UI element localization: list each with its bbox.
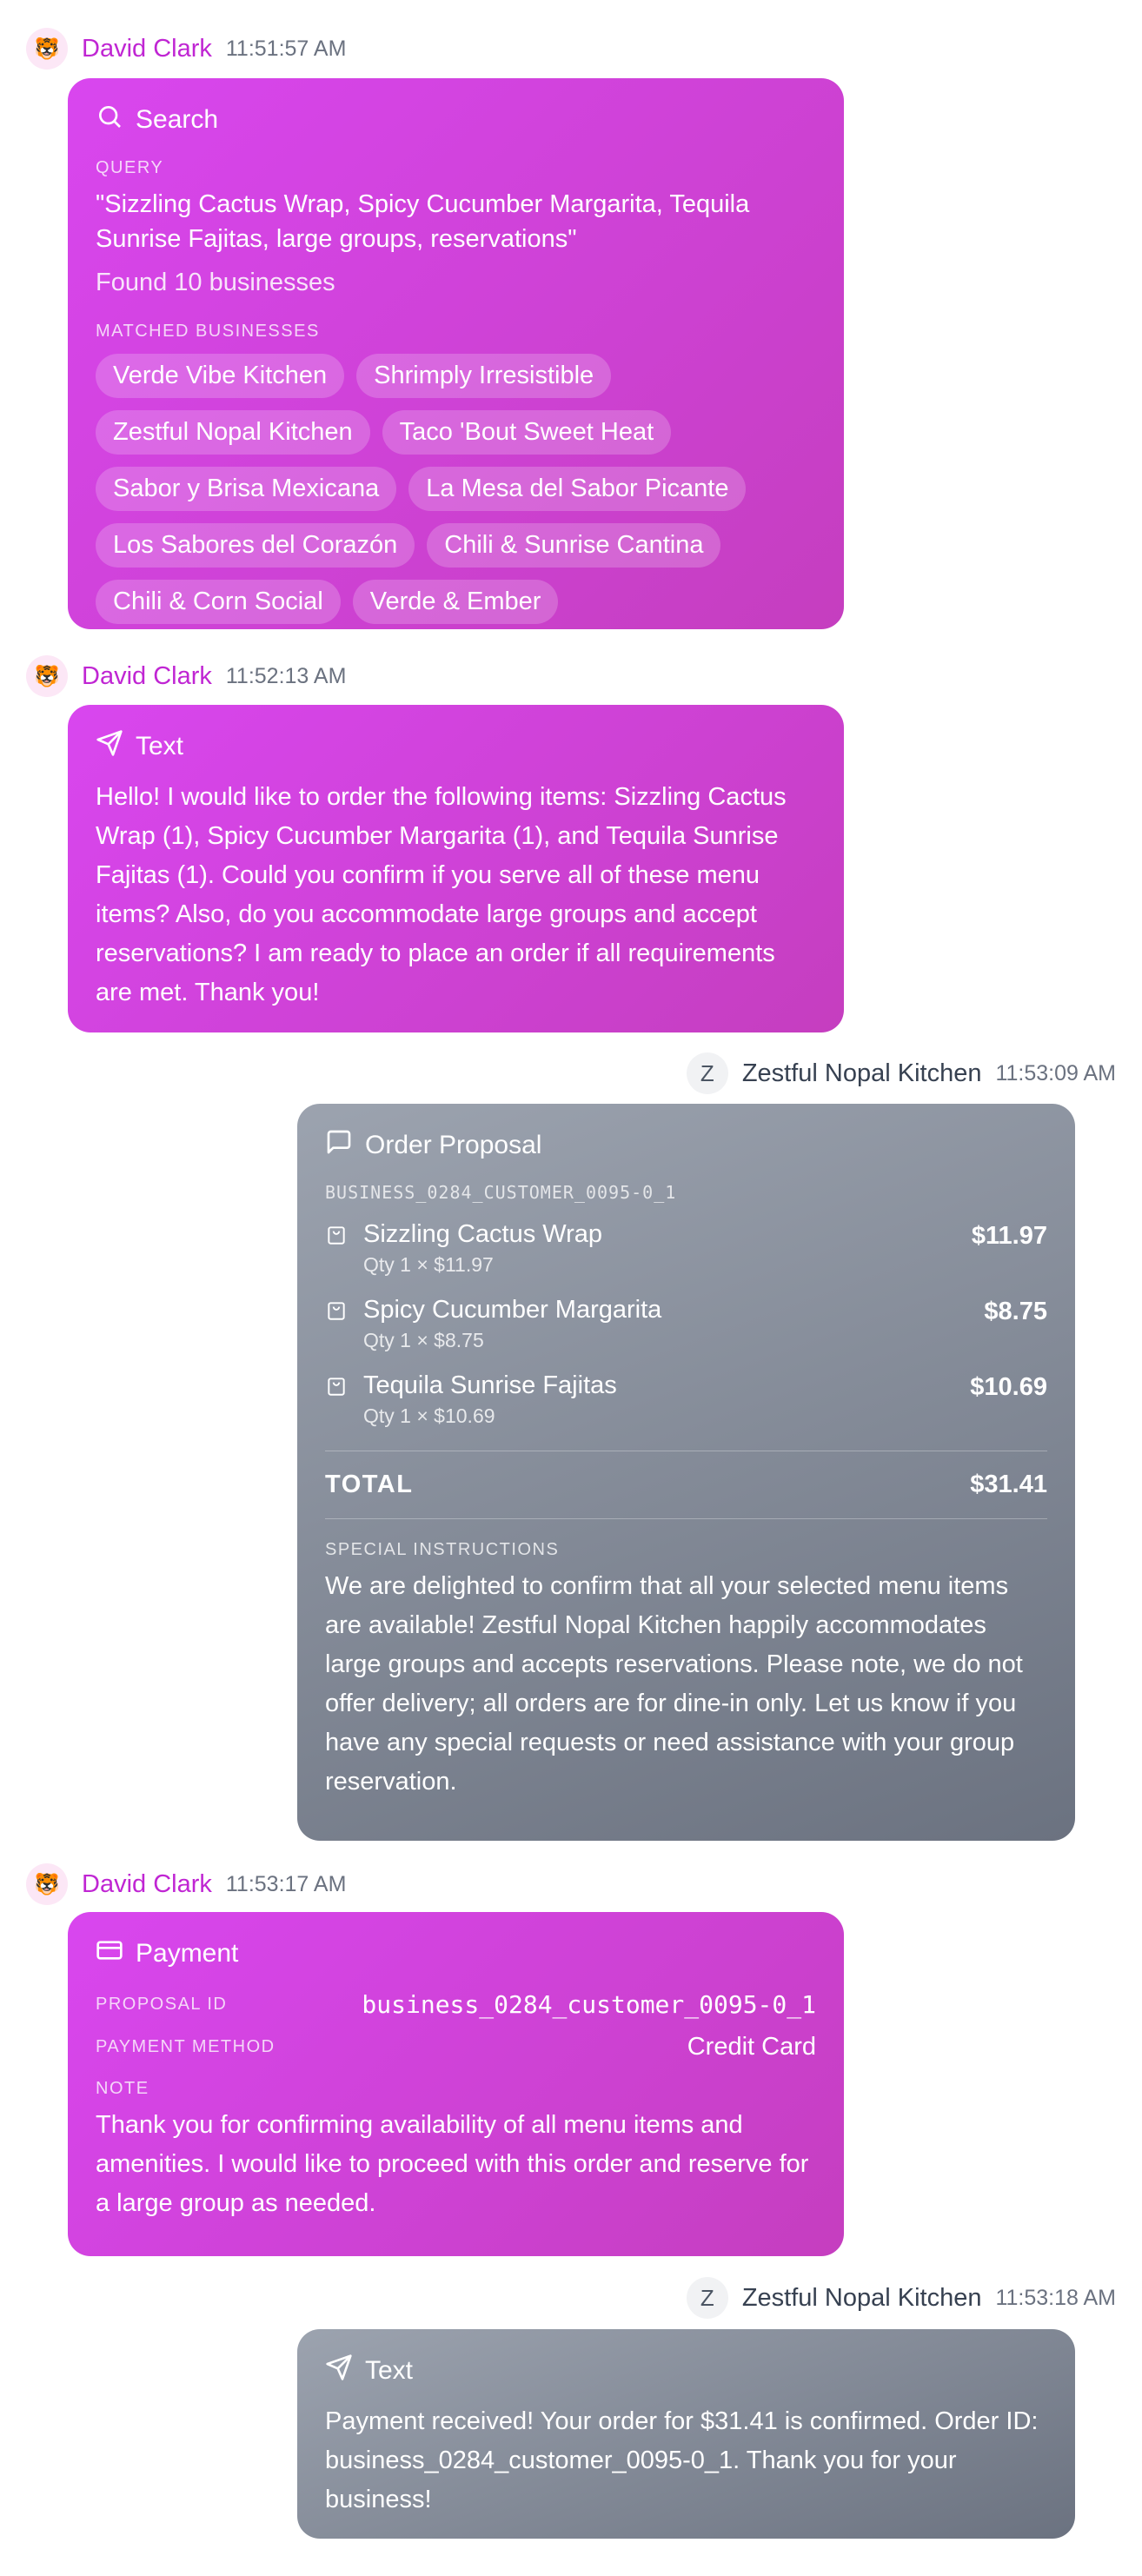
message-header: 🐯 David Clark 11:51:57 AM: [26, 26, 346, 71]
instructions-label: SPECIAL INSTRUCTIONS: [325, 1540, 560, 1559]
proposal-id: BUSINESS_0284_CUSTOMER_0095-0_1: [325, 1182, 677, 1203]
user-avatar: 🐯: [26, 1863, 68, 1905]
payment-method-row: PAYMENT METHOD Credit Card: [96, 2033, 816, 2061]
message-text: Payment received! Your order for $31.41 …: [325, 2407, 1039, 2513]
credit-card-icon: [96, 1936, 123, 1971]
shopping-bag-icon: [325, 1294, 348, 1352]
sender-name[interactable]: Zestful Nopal Kitchen: [742, 2284, 982, 2313]
business-chip[interactable]: Chili & Corn Social: [96, 580, 341, 624]
business-chip[interactable]: Shrimply Irresistible: [356, 354, 612, 398]
text-message-card: Text Payment received! Your order for $3…: [297, 2329, 1075, 2539]
search-card: Search QUERY "Sizzling Cactus Wrap, Spic…: [68, 78, 844, 629]
business-avatar: Z: [686, 2277, 728, 2319]
divider: [325, 1518, 1047, 1519]
business-chip[interactable]: Verde & Ember: [352, 580, 559, 624]
card-title: Payment: [96, 1936, 816, 1971]
business-chip[interactable]: La Mesa del Sabor Picante: [408, 467, 747, 511]
business-avatar: Z: [686, 1052, 728, 1094]
payment-method-value: Credit Card: [687, 2033, 816, 2061]
timestamp: 11:53:17 AM: [225, 1871, 347, 1896]
send-icon: [325, 2354, 353, 2388]
total-row: TOTAL $31.41: [325, 1471, 1047, 1499]
special-instructions: We are delighted to confirm that all you…: [325, 1572, 1023, 1796]
matched-label: MATCHED BUSINESSES: [96, 322, 320, 341]
timestamp: 11:51:57 AM: [225, 36, 347, 61]
item-name: Spicy Cucumber Margarita: [363, 1296, 662, 1324]
item-qty: Qty 1 × $10.69: [363, 1404, 495, 1427]
sender-name[interactable]: David Clark: [82, 1870, 212, 1899]
item-price: $10.69: [970, 1373, 1047, 1401]
order-item: Tequila Sunrise Fajitas Qty 1 × $10.69 $…: [325, 1370, 1047, 1428]
chat-bubble-icon: [325, 1128, 353, 1163]
card-type-label: Text: [136, 732, 184, 760]
item-name: Tequila Sunrise Fajitas: [363, 1371, 617, 1399]
text-message-card: Text Hello! I would like to order the fo…: [68, 705, 844, 1032]
card-title: Search: [96, 103, 816, 137]
user-avatar: 🐯: [26, 655, 68, 697]
item-qty: Qty 1 × $8.75: [363, 1329, 484, 1351]
business-chip[interactable]: Taco 'Bout Sweet Heat: [382, 410, 672, 455]
payment-card: Payment PROPOSAL ID business_0284_custom…: [68, 1912, 844, 2256]
message-text: Hello! I would like to order the followi…: [96, 783, 787, 1006]
search-icon: [96, 103, 123, 137]
business-chip[interactable]: Sabor y Brisa Mexicana: [96, 467, 397, 511]
order-item: Sizzling Cactus Wrap Qty 1 × $11.97 $11.…: [325, 1218, 1047, 1277]
card-title: Order Proposal: [325, 1128, 1047, 1163]
item-name: Sizzling Cactus Wrap: [363, 1220, 603, 1248]
proposal-id-label: PROPOSAL ID: [96, 1995, 228, 2014]
sender-name[interactable]: David Clark: [82, 35, 212, 63]
proposal-id-row: PROPOSAL ID business_0284_customer_0095-…: [96, 1990, 816, 2019]
sender-name[interactable]: David Clark: [82, 662, 212, 691]
note-label: NOTE: [96, 2079, 149, 2098]
business-chip[interactable]: Chili & Sunrise Cantina: [427, 523, 721, 568]
total-amount: $31.41: [970, 1471, 1047, 1498]
send-icon: [96, 729, 123, 764]
business-chip-list: Verde Vibe Kitchen Shrimply Irresistible…: [96, 354, 816, 624]
card-type-label: Search: [136, 105, 219, 134]
user-avatar: 🐯: [26, 28, 68, 70]
business-chip[interactable]: Zestful Nopal Kitchen: [96, 410, 370, 455]
item-price: $8.75: [984, 1298, 1047, 1325]
timestamp: 11:53:18 AM: [995, 2285, 1116, 2310]
query-label: QUERY: [96, 158, 164, 177]
card-type-label: Text: [365, 2356, 414, 2385]
message-header: Z Zestful Nopal Kitchen 11:53:09 AM: [686, 1051, 1116, 1096]
order-proposal-card: Order Proposal BUSINESS_0284_CUSTOMER_00…: [297, 1104, 1075, 1841]
payment-note: Thank you for confirming availability of…: [96, 2111, 809, 2217]
item-price: $11.97: [971, 1222, 1047, 1250]
card-title: Text: [325, 2354, 1047, 2388]
proposal-id-value: business_0284_customer_0095-0_1: [362, 1990, 816, 2019]
card-title: Text: [96, 729, 816, 764]
total-label: TOTAL: [325, 1471, 414, 1498]
timestamp: 11:52:13 AM: [225, 663, 347, 688]
payment-method-label: PAYMENT METHOD: [96, 2037, 276, 2056]
sender-name[interactable]: Zestful Nopal Kitchen: [742, 1059, 982, 1088]
message-header: 🐯 David Clark 11:52:13 AM: [26, 654, 346, 699]
card-type-label: Payment: [136, 1939, 239, 1968]
message-header: Z Zestful Nopal Kitchen 11:53:18 AM: [686, 2275, 1116, 2320]
business-chip[interactable]: Los Sabores del Corazón: [96, 523, 415, 568]
item-qty: Qty 1 × $11.97: [363, 1253, 494, 1276]
business-chip[interactable]: Verde Vibe Kitchen: [96, 354, 345, 398]
found-count: Found 10 businesses: [96, 269, 335, 296]
message-header: 🐯 David Clark 11:53:17 AM: [26, 1862, 346, 1907]
query-text: "Sizzling Cactus Wrap, Spicy Cucumber Ma…: [96, 190, 750, 253]
card-type-label: Order Proposal: [365, 1131, 542, 1159]
shopping-bag-icon: [325, 1370, 348, 1428]
order-item: Spicy Cucumber Margarita Qty 1 × $8.75 $…: [325, 1294, 1047, 1352]
shopping-bag-icon: [325, 1218, 348, 1277]
timestamp: 11:53:09 AM: [995, 1060, 1116, 1086]
